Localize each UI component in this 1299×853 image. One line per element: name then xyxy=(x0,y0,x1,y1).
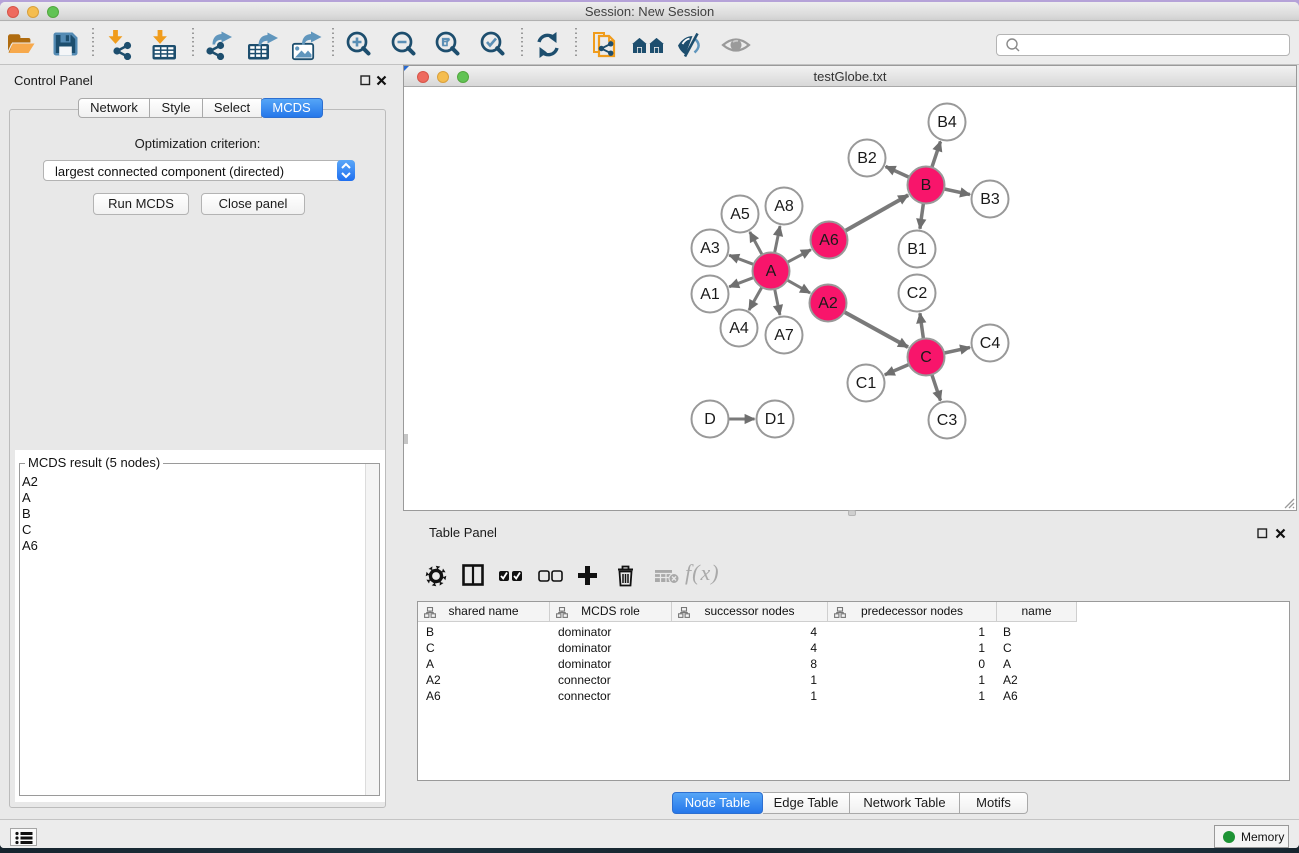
svg-text:C4: C4 xyxy=(980,335,1001,352)
svg-text:A3: A3 xyxy=(700,240,720,257)
svg-text:A7: A7 xyxy=(774,327,794,344)
svg-text:A2: A2 xyxy=(818,295,838,312)
svg-text:C1: C1 xyxy=(856,375,877,392)
svg-text:A5: A5 xyxy=(730,206,750,223)
svg-text:A1: A1 xyxy=(700,286,720,303)
svg-text:A6: A6 xyxy=(819,232,839,249)
svg-text:B4: B4 xyxy=(937,114,957,131)
svg-text:D: D xyxy=(704,411,716,428)
svg-text:C3: C3 xyxy=(937,412,958,429)
svg-text:B1: B1 xyxy=(907,241,927,258)
svg-text:B3: B3 xyxy=(980,191,1000,208)
svg-text:A4: A4 xyxy=(729,320,749,337)
svg-text:B2: B2 xyxy=(857,150,877,167)
svg-text:D1: D1 xyxy=(765,411,786,428)
svg-text:C: C xyxy=(920,349,932,366)
svg-text:C2: C2 xyxy=(907,285,928,302)
svg-text:A: A xyxy=(766,263,777,280)
svg-text:B: B xyxy=(921,177,932,194)
svg-text:A8: A8 xyxy=(774,198,794,215)
